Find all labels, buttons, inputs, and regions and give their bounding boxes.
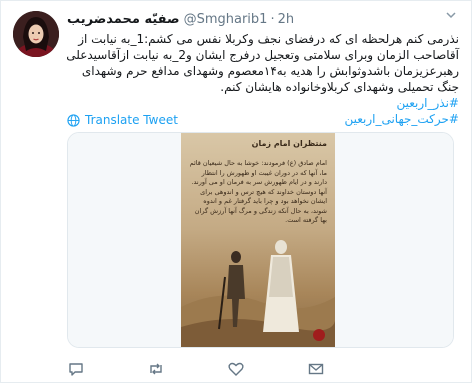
retweet-icon[interactable] (147, 360, 165, 378)
tweet-actions (67, 360, 325, 378)
chevron-down-icon[interactable] (445, 9, 457, 24)
figure-robed (263, 240, 299, 332)
hashtag-link[interactable]: #حرکت_جهانی_اربعین (344, 112, 459, 126)
reply-icon[interactable] (67, 360, 85, 378)
poster-text: امام صادق (ع) فرمودند: خوشا به حال شیعیا… (189, 159, 327, 224)
tweet-media[interactable]: منتظران امام زمان امام صادق (ع) فرمودند:… (67, 132, 454, 348)
direct-message-icon[interactable] (307, 360, 325, 378)
display-name[interactable]: صفیّه محمدضریب (67, 12, 180, 27)
poster-image: منتظران امام زمان امام صادق (ع) فرمودند:… (181, 133, 335, 347)
tweet-header: صفیّه محمدضریب @Smgharib1 · 2h (67, 9, 457, 29)
globe-icon (67, 113, 80, 127)
tweet-card[interactable]: صفیّه محمدضریب @Smgharib1 · 2h نذرمی کنم… (0, 0, 472, 383)
separator-dot: · (270, 11, 275, 27)
avatar[interactable] (13, 11, 59, 57)
translate-label: Translate Tweet (85, 113, 178, 127)
poster-illustration (181, 240, 335, 347)
tweet-body: نذرمی کنم هرلحظه ای که درفضای نجف وکربلا… (66, 32, 459, 94)
timestamp[interactable]: 2h (278, 12, 295, 27)
heart-icon[interactable] (227, 360, 245, 378)
user-handle[interactable]: @Smgharib1 (184, 12, 268, 27)
poster-title: منتظران امام زمان (251, 139, 327, 148)
hashtag-link[interactable]: #نذر_اربعین (396, 96, 459, 110)
translate-tweet-link[interactable]: Translate Tweet (67, 113, 178, 127)
